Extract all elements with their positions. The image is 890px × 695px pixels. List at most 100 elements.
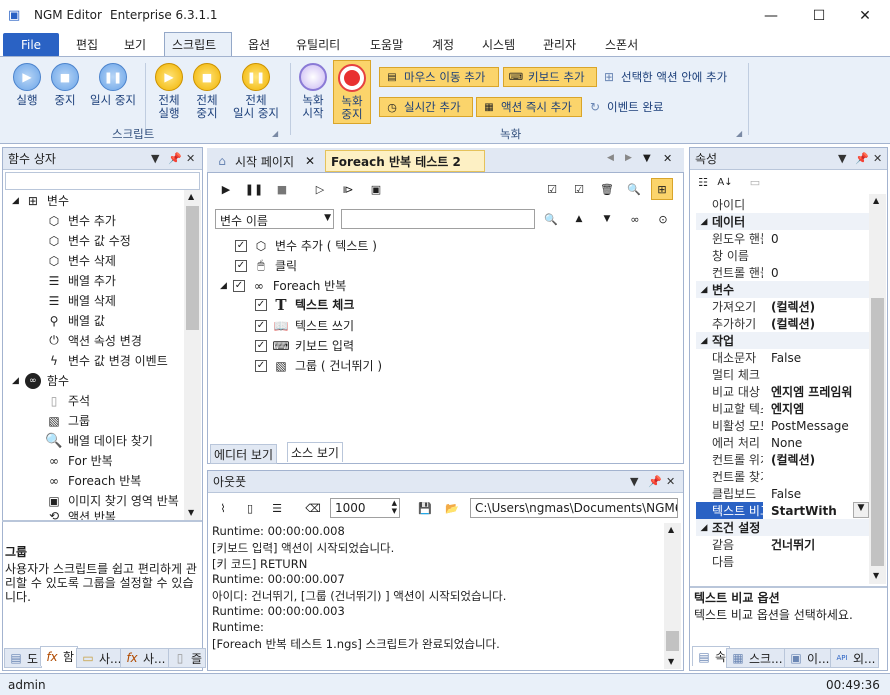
tab-list-icon[interactable]: ▼ <box>643 153 651 164</box>
scroll-down-icon[interactable]: ▼ <box>188 508 194 517</box>
tree-item-comment[interactable]: ▯ 주석 <box>46 392 90 409</box>
eraser-icon[interactable]: ⌫ <box>302 497 324 519</box>
tree-group-functions[interactable]: ◢ ∞ 함수 <box>12 372 69 389</box>
check-all-icon[interactable]: ☑ <box>541 178 563 200</box>
script-node-group[interactable]: ✓ ▧ 그룹 ( 건너뛰기 ) <box>255 357 382 374</box>
checkbox[interactable]: ✓ <box>235 239 247 252</box>
close-icon[interactable]: ✕ <box>873 152 882 165</box>
tree-item-foreach-loop[interactable]: ∞ Foreach 반복 <box>46 472 141 489</box>
tab-scroll-left-icon[interactable]: ◀ <box>607 153 614 163</box>
collapse-icon[interactable]: ◢ <box>12 196 19 206</box>
menu-options[interactable]: 옵션 <box>248 36 270 53</box>
collapse-icon[interactable]: ◢ <box>696 217 712 227</box>
tree-group-variables[interactable]: ◢ ⊞ 변수 <box>12 192 69 209</box>
dropdown-icon[interactable]: ▼ <box>151 152 159 165</box>
scroll-thumb[interactable] <box>186 206 199 330</box>
left-tab-4[interactable]: fx 사... <box>120 648 170 668</box>
menu-script[interactable]: 스크립트 <box>172 36 216 53</box>
step-into-icon[interactable]: ⧐ <box>337 178 359 200</box>
checkbox[interactable]: ✓ <box>235 259 247 272</box>
script-node-click[interactable]: ✓ 🖱 클릭 <box>235 257 297 274</box>
chevron-down-icon[interactable]: ▼ <box>324 213 331 223</box>
add-mouse-move-button[interactable]: ▤ 마우스 이동 추가 <box>379 67 499 87</box>
left-tab-1[interactable]: ▤ 도 <box>4 648 43 668</box>
tree-item-group[interactable]: ▧ 그룹 <box>46 412 90 429</box>
menu-admin[interactable]: 관리자 <box>543 36 576 53</box>
search-next-icon[interactable]: ▼ <box>596 208 618 230</box>
list-icon[interactable]: ☰ <box>266 497 288 519</box>
stop-icon[interactable]: ■ <box>271 178 293 200</box>
tree-item-delete-variable[interactable]: ⬡ 변수 삭제 <box>46 252 116 269</box>
menu-system[interactable]: 시스템 <box>482 36 515 53</box>
property-row[interactable]: 비교 대상 엔지엠 프레임워 <box>696 383 869 400</box>
tree-item-for-loop[interactable]: ∞ For 반복 <box>46 452 113 469</box>
checkbox[interactable]: ✓ <box>255 339 267 352</box>
property-row[interactable]: 창 이름 <box>696 247 869 264</box>
pause-all-button[interactable]: ❚❚ 전체 일시 중지 <box>228 63 284 120</box>
menu-account[interactable]: 계정 <box>432 36 454 53</box>
property-row[interactable]: 비활성 모드 PostMessage <box>696 417 869 434</box>
dropdown-icon[interactable]: ▼ <box>838 152 846 165</box>
tab-close-icon[interactable]: ✕ <box>305 154 315 168</box>
collapse-icon[interactable]: ◢ <box>12 376 19 386</box>
close-icon[interactable]: ✕ <box>186 152 195 165</box>
dialog-launcher-icon[interactable]: ◢ <box>736 129 742 138</box>
right-tab-external[interactable]: API 외... <box>830 648 880 668</box>
tree-item-array-value[interactable]: ⚲ 배열 값 <box>46 312 105 329</box>
property-row[interactable]: 클립보드 False <box>696 485 869 502</box>
collapse-icon[interactable]: ◢ <box>696 285 712 295</box>
add-inside-selected-button[interactable]: ⊞ 선택한 액션 안에 추가 <box>601 69 727 85</box>
pin-icon[interactable]: 📌 <box>648 475 662 488</box>
tree-item-delete-array[interactable]: ☰ 배열 삭제 <box>46 292 116 309</box>
save-icon[interactable]: 💾 <box>414 497 436 519</box>
checkbox[interactable]: ✓ <box>255 319 267 332</box>
right-tab-properties[interactable]: ▤ 속 <box>692 646 731 666</box>
checkbox[interactable]: ✓ <box>232 279 245 292</box>
tree-item-edit-variable[interactable]: ⬡ 변수 값 수정 <box>46 232 131 249</box>
stop-button[interactable]: ■ 중지 <box>48 63 82 107</box>
run-all-button[interactable]: ▶ 전체 실행 <box>152 63 186 120</box>
left-tab-2[interactable]: fx 함 <box>40 646 79 666</box>
property-row[interactable]: 같음 건너뛰기 <box>696 536 869 553</box>
scroll-down-icon[interactable]: ▼ <box>873 571 879 580</box>
output-scrollbar[interactable]: ▲ ▼ <box>664 523 681 669</box>
left-tab-3[interactable]: ▭ 사... <box>76 648 126 668</box>
menu-sponsor[interactable]: 스폰서 <box>605 36 638 53</box>
menu-view[interactable]: 보기 <box>124 36 146 53</box>
tree-view-icon[interactable]: ⊞ <box>651 178 673 200</box>
property-row[interactable]: 추가하기 (컬렉션) <box>696 315 869 332</box>
step-icon[interactable]: ▷ <box>309 178 331 200</box>
collapse-icon[interactable]: ◢ <box>220 281 227 291</box>
checkbox[interactable]: ✓ <box>255 359 267 372</box>
script-node-foreach[interactable]: ◢ ✓ ∞ Foreach 반복 <box>220 277 346 294</box>
broom-icon[interactable]: ⌇ <box>212 497 234 519</box>
scroll-down-icon[interactable]: ▼ <box>668 657 674 666</box>
property-row[interactable]: 대소문자 False <box>696 349 869 366</box>
tab-start-page[interactable]: ⌂ 시작 페이지 ✕ <box>209 150 325 172</box>
scroll-thumb[interactable] <box>666 631 679 651</box>
add-action-now-button[interactable]: ▦ 액션 즉시 추가 <box>476 97 582 117</box>
property-row[interactable]: 컨트롤 찾기 <box>696 468 869 485</box>
tree-item-find-array-data[interactable]: 🔍 배열 데이타 찾기 <box>45 432 153 449</box>
splitter[interactable] <box>690 586 887 588</box>
maximize-button[interactable]: ☐ <box>796 0 842 32</box>
tree-item-add-variable[interactable]: ⬡ 변수 추가 <box>46 212 116 229</box>
tree-item-image-find-loop[interactable]: ▣ 이미지 찾기 영역 반복 <box>46 492 178 509</box>
tab-foreach-test[interactable]: Foreach 반복 테스트 2 <box>325 150 485 172</box>
pause-button[interactable]: ❚❚ 일시 중지 <box>86 63 140 107</box>
search-field-select[interactable]: 변수 이름 ▼ <box>215 209 334 229</box>
close-icon[interactable]: ✕ <box>666 475 675 488</box>
function-box-scrollbar[interactable]: ▲ ▼ <box>184 190 201 520</box>
run-button[interactable]: ▶ 실행 <box>10 63 44 107</box>
left-tab-5[interactable]: ▯ 즐 <box>168 648 207 668</box>
pin-icon[interactable]: 📌 <box>168 152 182 165</box>
delete-icon[interactable]: 🗑 <box>596 178 618 200</box>
tab-editor-view[interactable]: 에디터 보기 <box>210 444 278 464</box>
menu-edit[interactable]: 편집 <box>76 36 98 53</box>
line-count-stepper[interactable]: 1000 ▲ ▼ <box>330 498 400 518</box>
property-row[interactable]: 다름 <box>696 553 869 570</box>
function-search-input[interactable] <box>5 172 200 190</box>
script-node-text-write[interactable]: ✓ 📖 텍스트 쓰기 <box>255 317 354 334</box>
property-row[interactable]: 컨트롤 핸들 0 <box>696 264 869 281</box>
splitter[interactable] <box>2 520 202 522</box>
